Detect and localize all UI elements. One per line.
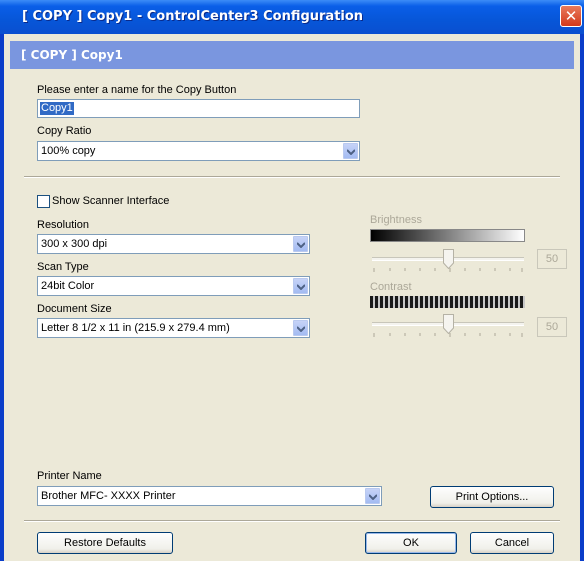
document-size-select[interactable]: Letter 8 1/2 x 11 in (215.9 x 279.4 mm)	[37, 318, 310, 338]
copy-ratio-dropdown-button[interactable]	[343, 143, 358, 159]
copy-ratio-select[interactable]: 100% copy	[37, 141, 360, 161]
section-header: [ COPY ] Copy1	[10, 41, 574, 69]
document-size-value: Letter 8 1/2 x 11 in (215.9 x 279.4 mm)	[41, 322, 230, 334]
contrast-slider-thumb[interactable]	[443, 314, 454, 334]
title-bar[interactable]: [ COPY ] Copy1 - ControlCenter3 Configur…	[0, 0, 584, 34]
contrast-slider-ticks	[373, 333, 523, 337]
window-title: [ COPY ] Copy1 - ControlCenter3 Configur…	[22, 9, 364, 24]
contrast-pattern-bar	[370, 296, 525, 308]
chevron-down-icon	[347, 149, 355, 155]
resolution-label: Resolution	[37, 219, 89, 231]
resolution-select[interactable]: 300 x 300 dpi	[37, 234, 310, 254]
copy-ratio-label: Copy Ratio	[37, 125, 92, 137]
ok-button[interactable]: OK	[365, 532, 457, 554]
scan-type-dropdown-button[interactable]	[293, 278, 308, 294]
printer-dropdown-button[interactable]	[365, 488, 380, 504]
printer-name-label: Printer Name	[37, 470, 102, 482]
printer-name-value: Brother MFC- XXXX Printer	[41, 490, 176, 502]
close-button[interactable]: ✕	[560, 5, 582, 27]
chevron-down-icon	[297, 284, 305, 290]
section-header-title: [ COPY ] Copy1	[21, 48, 123, 62]
brightness-label: Brightness	[370, 214, 422, 226]
scan-type-label: Scan Type	[37, 261, 89, 273]
document-size-dropdown-button[interactable]	[293, 320, 308, 336]
show-scanner-interface-checkbox[interactable]	[37, 195, 50, 208]
brightness-value-box[interactable]: 50	[537, 249, 567, 269]
divider-top	[24, 176, 560, 178]
print-options-button[interactable]: Print Options...	[430, 486, 554, 508]
contrast-value-box[interactable]: 50	[537, 317, 567, 337]
name-field-label: Please enter a name for the Copy Button	[37, 84, 237, 96]
show-scanner-interface-label[interactable]: Show Scanner Interface	[52, 195, 169, 207]
chevron-down-icon	[297, 242, 305, 248]
chevron-down-icon	[369, 494, 377, 500]
restore-defaults-button[interactable]: Restore Defaults	[37, 532, 173, 554]
scan-type-value: 24bit Color	[41, 280, 95, 292]
divider-bottom	[24, 520, 560, 522]
close-icon: ✕	[564, 8, 578, 25]
copy-ratio-value: 100% copy	[41, 145, 96, 157]
document-size-label: Document Size	[37, 303, 112, 315]
name-input-value: Copy1	[40, 102, 74, 115]
brightness-slider-thumb[interactable]	[443, 249, 454, 269]
cancel-button[interactable]: Cancel	[470, 532, 554, 554]
chevron-down-icon	[297, 326, 305, 332]
brightness-gradient-bar	[370, 229, 525, 242]
scan-type-select[interactable]: 24bit Color	[37, 276, 310, 296]
contrast-label: Contrast	[370, 281, 412, 293]
brightness-slider-ticks	[373, 268, 523, 272]
resolution-dropdown-button[interactable]	[293, 236, 308, 252]
resolution-value: 300 x 300 dpi	[41, 238, 108, 250]
copy-button-name-input[interactable]: Copy1	[37, 99, 360, 118]
printer-name-select[interactable]: Brother MFC- XXXX Printer	[37, 486, 382, 506]
